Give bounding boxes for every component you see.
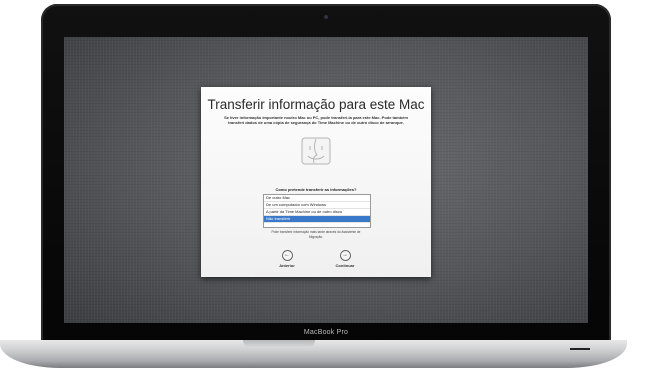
setup-assistant-panel: Transferir informação para este Mac Se t…	[201, 87, 431, 277]
option-from-mac[interactable]: De outro Mac	[264, 195, 370, 202]
device-brand-label: MacBook Pro	[303, 329, 349, 336]
dialog-title: Transferir informação para este Mac	[207, 97, 425, 112]
right-arrow-icon: →	[339, 250, 351, 261]
transfer-question: Como pretende transferir as informações?	[275, 187, 357, 192]
sleep-indicator-light	[570, 348, 590, 350]
transfer-options-list[interactable]: De outro Mac De um computador com Window…	[263, 194, 371, 228]
continue-label: Continuar	[335, 263, 355, 268]
laptop-lid: Transferir informação para este Mac Se t…	[41, 4, 611, 349]
migration-note: Pode transferir informação mais tarde at…	[271, 230, 361, 239]
option-from-time-machine[interactable]: A partir da Time Machine ou de outro dis…	[264, 209, 370, 216]
camera-icon	[324, 15, 328, 19]
lid-opening-notch	[243, 340, 315, 348]
option-do-not-transfer[interactable]: Não transferir	[264, 216, 370, 223]
left-arrow-icon: ←	[281, 250, 293, 261]
back-label: Anterior	[279, 263, 295, 268]
finder-icon	[301, 137, 331, 165]
dialog-subtitle: Se tiver informação importante noutro Ma…	[224, 115, 408, 125]
option-from-windows[interactable]: De um computador com Windows	[264, 202, 370, 209]
continue-button[interactable]: → Continuar	[330, 250, 360, 268]
screen: Transferir informação para este Mac Se t…	[64, 37, 588, 323]
back-button[interactable]: ← Anterior	[272, 250, 302, 268]
